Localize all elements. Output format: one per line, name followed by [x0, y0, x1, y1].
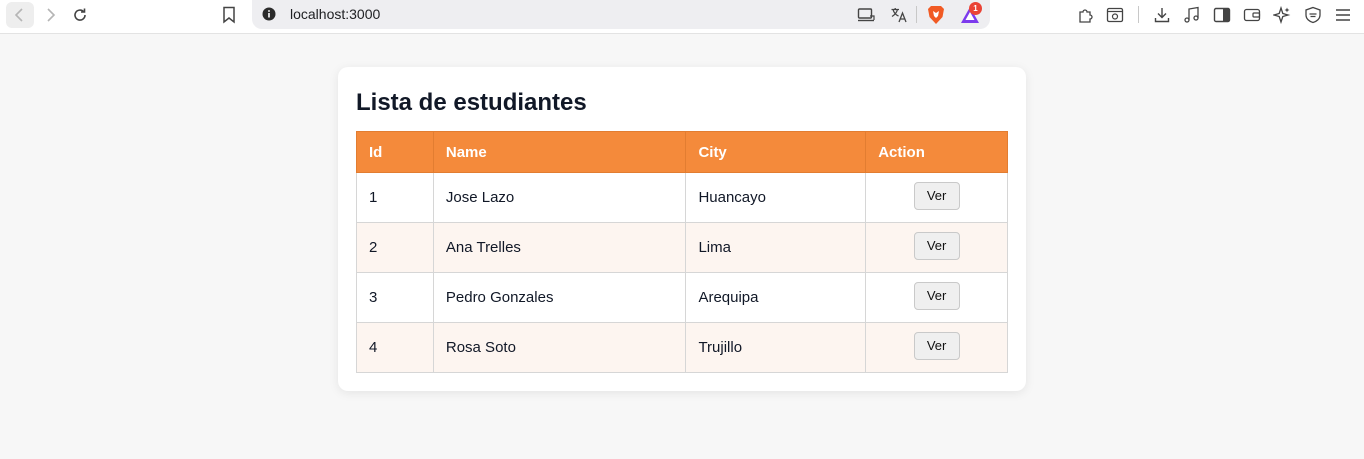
page-title: Lista de estudiantes	[356, 89, 587, 116]
column-header-id: Id	[356, 131, 434, 173]
forward-button[interactable]	[36, 2, 64, 28]
brave-shield-icon	[928, 6, 944, 24]
divider	[916, 6, 917, 23]
leo-ai-button[interactable]	[1271, 4, 1293, 26]
cell-name: Rosa Soto	[432, 322, 687, 373]
media-button[interactable]	[1181, 4, 1203, 26]
downloads-button[interactable]	[1151, 4, 1173, 26]
notification-badge: 1	[969, 2, 982, 15]
students-card: Lista de estudiantes Id Name City Action…	[338, 67, 1026, 391]
cell-id: 1	[356, 172, 434, 223]
table-row: 1 Jose Lazo Huancayo Ver	[356, 172, 1008, 223]
cell-action: Ver	[865, 272, 1008, 323]
cell-city: Huancayo	[685, 172, 867, 223]
cell-city: Lima	[685, 222, 867, 273]
vpn-icon	[1305, 6, 1321, 24]
table-row: 2 Ana Trelles Lima Ver	[356, 222, 1008, 273]
students-table: Id Name City Action 1 Jose Lazo Huancayo…	[356, 131, 1008, 373]
reload-icon	[74, 8, 86, 21]
translate-button[interactable]	[888, 4, 910, 26]
screenshot-button[interactable]	[1104, 4, 1126, 26]
view-button[interactable]: Ver	[913, 231, 960, 260]
menu-icon	[1336, 9, 1350, 21]
view-button[interactable]: Ver	[913, 181, 960, 210]
cell-id: 4	[356, 322, 434, 373]
browser-toolbar: localhost:3000 1	[0, 0, 1364, 34]
cell-action: Ver	[865, 322, 1008, 373]
sidebar-button[interactable]	[1211, 4, 1233, 26]
vpn-button[interactable]	[1302, 4, 1324, 26]
sidebar-icon	[1213, 7, 1231, 23]
extensions-button[interactable]	[1075, 4, 1097, 26]
site-info-button[interactable]	[260, 5, 278, 23]
divider	[1138, 6, 1139, 23]
url-text[interactable]: localhost:3000	[290, 6, 380, 22]
cell-id: 3	[356, 272, 434, 323]
bookmark-button[interactable]	[215, 2, 243, 28]
cell-city: Arequipa	[685, 272, 867, 323]
cell-name: Jose Lazo	[432, 172, 687, 223]
wallet-icon	[1243, 8, 1261, 22]
wallet-button[interactable]	[1241, 4, 1263, 26]
brave-shields-button[interactable]	[925, 4, 947, 26]
cell-name: Pedro Gonzales	[432, 272, 687, 323]
column-header-name: Name	[432, 131, 687, 173]
table-header-row: Id Name City Action	[356, 131, 1008, 173]
chevron-left-icon	[14, 8, 23, 22]
table-row: 4 Rosa Soto Trujillo Ver	[356, 322, 1008, 373]
screenshot-icon	[1106, 7, 1124, 23]
table-row: 3 Pedro Gonzales Arequipa Ver	[356, 272, 1008, 323]
info-icon	[262, 7, 276, 21]
chevron-right-icon	[47, 8, 56, 22]
column-header-city: City	[685, 131, 867, 173]
reload-button[interactable]	[66, 2, 94, 28]
music-icon	[1184, 6, 1199, 23]
cell-id: 2	[356, 222, 434, 273]
extensions-icon	[1079, 9, 1093, 23]
cell-action: Ver	[865, 222, 1008, 273]
leo-ai-icon	[1273, 6, 1291, 24]
back-button[interactable]	[6, 2, 34, 28]
translate-icon	[891, 8, 907, 23]
column-header-action: Action	[865, 131, 1008, 173]
cast-icon	[857, 8, 875, 22]
bookmark-icon	[223, 6, 235, 24]
cast-button[interactable]	[855, 4, 877, 26]
cell-name: Ana Trelles	[432, 222, 687, 273]
cell-action: Ver	[865, 172, 1008, 223]
cell-city: Trujillo	[685, 322, 867, 373]
main-menu-button[interactable]	[1332, 4, 1354, 26]
view-button[interactable]: Ver	[913, 331, 960, 360]
view-button[interactable]: Ver	[913, 281, 960, 310]
address-bar[interactable]: localhost:3000 1	[252, 0, 990, 29]
download-icon	[1154, 8, 1170, 23]
